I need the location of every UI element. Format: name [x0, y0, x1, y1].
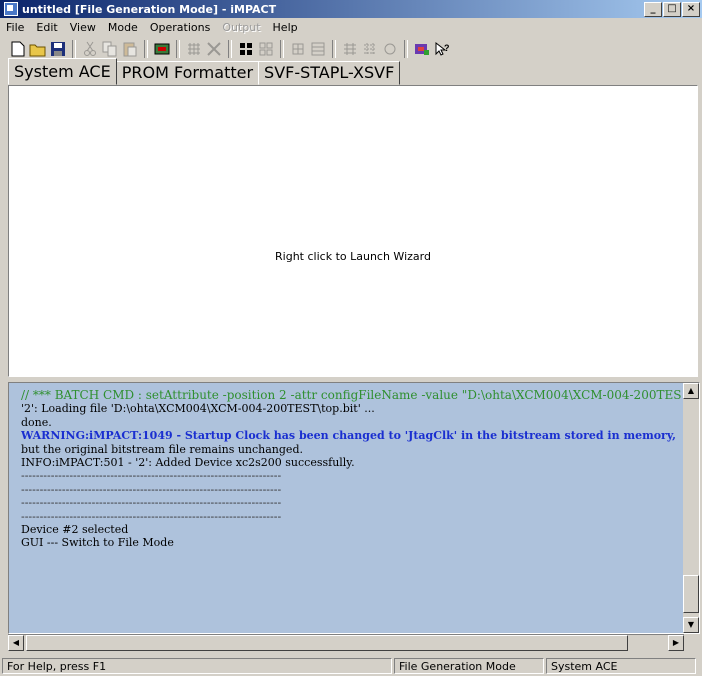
- refresh-icon[interactable]: [380, 39, 400, 59]
- toolbar-separator: [176, 39, 180, 58]
- console-line: '2': Loading file 'D:\ohta\XCM004\XCM-00…: [21, 402, 375, 416]
- console-line: done.: [21, 415, 52, 429]
- toolbar-separator: [72, 39, 76, 58]
- console-lines: // *** BATCH CMD : setAttribute -positio…: [21, 389, 681, 550]
- status-mode: File Generation Mode: [394, 658, 544, 674]
- tab-svf-stapl-xsvf[interactable]: SVF-STAPL-XSVF: [258, 61, 401, 85]
- console-line: WARNING:iMPACT:1049 - Startup Clock has …: [21, 429, 677, 443]
- status-help: For Help, press F1: [2, 658, 392, 674]
- window-controls: _ □ ×: [644, 2, 700, 17]
- verify-icon[interactable]: [340, 39, 360, 59]
- save-icon[interactable]: [48, 39, 68, 59]
- menu-output[interactable]: Output: [216, 21, 266, 34]
- console-line: ----------------------------------------…: [21, 509, 282, 523]
- toolbar-separator: [228, 39, 232, 58]
- wizard-icon[interactable]: [412, 39, 432, 59]
- menu-help[interactable]: Help: [267, 21, 304, 34]
- console-line: // *** BATCH CMD : setAttribute -positio…: [21, 389, 681, 402]
- status-bar: For Help, press F1 File Generation Mode …: [0, 656, 702, 676]
- menu-edit[interactable]: Edit: [30, 21, 63, 34]
- console-line: INFO:iMPACT:501 - '2': Added Device xc2s…: [21, 456, 355, 470]
- status-tab: System ACE: [546, 658, 696, 674]
- console-line: ----------------------------------------…: [21, 496, 282, 510]
- scroll-down-icon[interactable]: ▼: [683, 617, 699, 633]
- toolbar-separator: [144, 39, 148, 58]
- close-button[interactable]: ×: [682, 2, 700, 17]
- toolbar-separator: [404, 39, 408, 58]
- erase-icon[interactable]: [288, 39, 308, 59]
- toolbar-separator: [332, 39, 336, 58]
- new-icon[interactable]: [8, 39, 28, 59]
- program-icon[interactable]: [236, 39, 256, 59]
- help-pointer-icon[interactable]: ?: [432, 39, 452, 59]
- window-title: untitled [File Generation Mode] - iMPACT: [22, 2, 277, 16]
- scroll-thumb[interactable]: [683, 575, 699, 613]
- table-icon[interactable]: [308, 39, 328, 59]
- menu-view[interactable]: View: [64, 21, 102, 34]
- menu-mode[interactable]: Mode: [102, 21, 144, 34]
- tab-prom-formatter[interactable]: PROM Formatter: [115, 61, 260, 85]
- chain-icon[interactable]: [204, 39, 224, 59]
- scroll-right-icon[interactable]: ▶: [668, 635, 684, 651]
- tab-system-ace[interactable]: System ACE: [8, 58, 117, 85]
- scroll-up-icon[interactable]: ▲: [683, 383, 699, 399]
- menu-file[interactable]: File: [0, 21, 30, 34]
- app-icon: [4, 2, 18, 16]
- tiles-icon[interactable]: [256, 39, 276, 59]
- cut-icon[interactable]: [80, 39, 100, 59]
- maximize-button[interactable]: □: [663, 2, 681, 17]
- svg-text:?: ?: [444, 43, 450, 53]
- open-icon[interactable]: [28, 39, 48, 59]
- console-line: ----------------------------------------…: [21, 482, 282, 496]
- console-line: GUI --- Switch to File Mode: [21, 536, 174, 550]
- console-line: but the original bitstream file remains …: [21, 442, 303, 456]
- console-line: Device #2 selected: [21, 523, 129, 537]
- paste-icon[interactable]: [120, 39, 140, 59]
- console-line: ----------------------------------------…: [21, 469, 282, 483]
- design-canvas[interactable]: Right click to Launch Wizard: [8, 85, 698, 377]
- blank-icon[interactable]: [360, 39, 380, 59]
- mode-tabs: System ACE PROM Formatter SVF-STAPL-XSVF: [8, 58, 401, 85]
- toolbar-separator: [280, 39, 284, 58]
- console-vertical-scrollbar[interactable]: ▲ ▼: [683, 383, 699, 633]
- menu-bar: File Edit View Mode Operations Output He…: [0, 18, 702, 36]
- scroll-left-icon[interactable]: ◀: [8, 635, 24, 651]
- device-icon[interactable]: [152, 39, 172, 59]
- horizontal-scroll-thumb[interactable]: [26, 635, 628, 651]
- toolbar: ?: [0, 37, 702, 60]
- copy-icon[interactable]: [100, 39, 120, 59]
- grid-icon[interactable]: [184, 39, 204, 59]
- console-horizontal-scrollbar[interactable]: ◀ ▶: [8, 634, 684, 651]
- menu-operations[interactable]: Operations: [144, 21, 216, 34]
- minimize-button[interactable]: _: [644, 2, 662, 17]
- title-bar: untitled [File Generation Mode] - iMPACT…: [0, 0, 702, 18]
- canvas-message: Right click to Launch Wizard: [275, 250, 431, 263]
- console-panel[interactable]: // *** BATCH CMD : setAttribute -positio…: [8, 382, 700, 634]
